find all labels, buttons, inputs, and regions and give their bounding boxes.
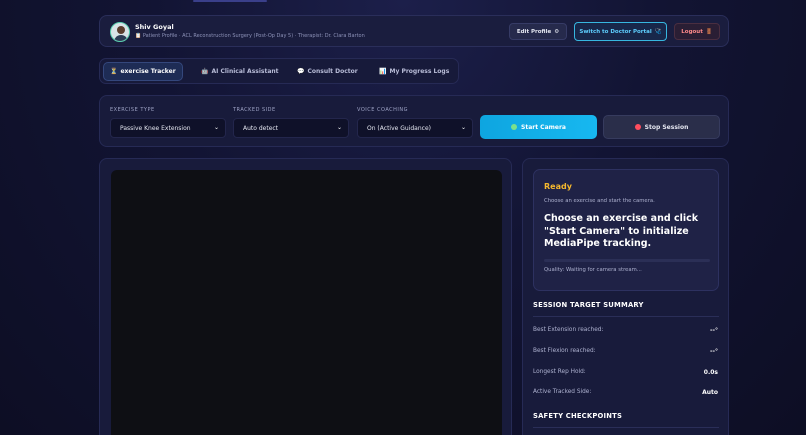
edit-profile-button[interactable]: Edit Profile ⚙ [509,23,567,40]
divider [533,316,719,317]
tab-label: AI Clinical Assistant [211,68,279,75]
session-summary-title: SESSION TARGET SUMMARY [533,301,644,309]
top-tab-indicator [193,0,267,2]
gear-icon: ⚙ [554,28,560,35]
tracked-side-label: Tracked Side [233,107,276,113]
longest-rep-hold-label: Longest Rep Hold: [533,369,586,375]
voice-coaching-label: Voice Coaching [357,107,408,113]
door-icon: 🚪 [705,28,713,35]
tracked-side-value: Auto detect [243,124,279,132]
status-card: Ready Choose an exercise and start the c… [533,169,719,291]
stop-icon [634,124,641,130]
start-camera-button[interactable]: Start Camera [480,115,597,139]
switch-doctor-portal-button[interactable]: Switch to Doctor Portal 🩺 [574,22,667,41]
stop-session-label: Stop Session [644,123,689,131]
chevron-down-icon: ⌄ [213,124,219,131]
tracking-quality-bar [544,259,710,262]
chart-icon: 📊 [379,68,387,75]
user-name: Shiv Goyal [135,23,174,31]
camera-video-feed [111,170,502,435]
tab-label: My Progress Logs [389,68,450,75]
tab-consult-doctor[interactable]: 💬 Consult Doctor [291,62,364,81]
active-tracked-side-label: Active Tracked Side: [533,389,592,395]
logout-button[interactable]: Logout 🚪 [674,23,720,40]
tab-ai-clinical-assistant[interactable]: 🤖 AI Clinical Assistant [195,62,285,81]
robot-icon: 🤖 [201,68,209,75]
tab-my-progress-logs[interactable]: 📊 My Progress Logs [373,62,455,81]
stop-session-button[interactable]: Stop Session [603,115,720,139]
safety-checkpoints-title: SAFETY CHECKPOINTS [533,412,623,420]
camera-status-icon [511,124,518,130]
profile-header: Shiv Goyal 📋 Patient Profile · ACL Recon… [99,15,729,47]
logout-label: Logout [681,28,703,35]
exercise-controls: Exercise Type Passive Knee Extension ⌄ T… [99,95,729,147]
status-subtitle: Choose an exercise and start the camera. [544,198,655,204]
exercise-type-value: Passive Knee Extension [120,124,191,132]
edit-profile-label: Edit Profile [516,28,552,35]
best-extension-value: --° [710,327,718,334]
tab-label: exercise Tracker [120,68,176,75]
camera-panel [99,158,512,435]
active-tracked-side-value: Auto [702,389,718,396]
exercise-type-select[interactable]: Passive Knee Extension ⌄ [110,118,226,138]
best-flexion-value: --° [710,348,718,355]
stethoscope-icon: 🩺 [654,28,662,35]
main-tabs: ⏳ exercise Tracker 🤖 AI Clinical Assista… [99,58,459,84]
chat-icon: 💬 [297,68,305,75]
start-camera-label: Start Camera [521,123,566,131]
status-title: Ready [544,182,572,191]
session-sidebar: Ready Choose an exercise and start the c… [522,158,729,435]
best-extension-label: Best Extension reached: [533,327,604,333]
exercise-type-label: Exercise Type [110,107,155,113]
chevron-down-icon: ⌄ [336,124,342,131]
chevron-down-icon: ⌄ [460,124,466,131]
longest-rep-hold-value: 0.0s [703,369,718,376]
voice-coaching-select[interactable]: On (Active Guidance) ⌄ [357,118,473,138]
patient-profile-meta: 📋 Patient Profile · ACL Reconstruction S… [135,33,365,39]
quality-text: Quality: Waiting for camera stream... [544,267,642,273]
voice-coaching-value: On (Active Guidance) [367,124,431,132]
tab-exercise-tracker[interactable]: ⏳ exercise Tracker [103,62,183,81]
best-flexion-label: Best Flexion reached: [533,348,596,354]
tab-label: Consult Doctor [307,68,358,75]
hourglass-icon: ⏳ [110,68,118,75]
divider [533,427,719,428]
status-message: Choose an exercise and click "Start Came… [544,213,699,249]
avatar [110,22,130,42]
doctor-portal-label: Switch to Doctor Portal [579,28,652,35]
tracked-side-select[interactable]: Auto detect ⌄ [233,118,349,138]
